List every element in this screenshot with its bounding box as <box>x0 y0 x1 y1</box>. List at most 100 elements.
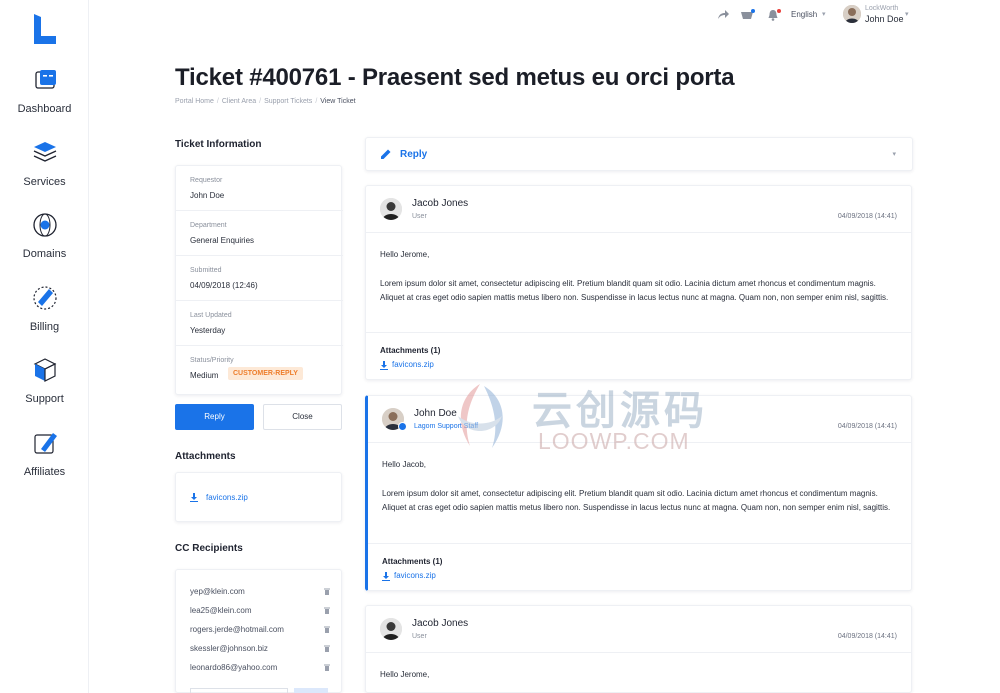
message-header: Jacob Jones User 04/09/2018 (14:41) <box>366 606 911 653</box>
message-header: John Doe Lagom Support Staff 04/09/2018 … <box>368 396 911 443</box>
message-role: Lagom Support Staff <box>414 423 479 430</box>
billing-icon <box>32 286 57 310</box>
avatar <box>380 618 402 640</box>
reply-button[interactable]: Reply <box>175 404 254 430</box>
trash-icon[interactable] <box>324 664 330 671</box>
message-role: User <box>412 633 427 640</box>
breadcrumb-link[interactable]: Client Area <box>222 98 256 105</box>
support-box-icon <box>33 358 56 382</box>
cc-recipient: skessler@johnson.biz <box>190 644 330 653</box>
cc-recipient: leonardo86@yahoo.com <box>190 663 330 672</box>
info-label: Requestor <box>190 177 223 184</box>
affiliates-icon <box>33 433 57 454</box>
sidebar-item-services[interactable]: Services <box>0 139 89 188</box>
reply-toggle[interactable]: Reply ▾ <box>365 137 913 171</box>
cc-heading: CC Recipients <box>175 543 243 554</box>
trash-icon[interactable] <box>324 645 330 652</box>
attachment-link[interactable]: favicons.zip <box>206 493 248 502</box>
download-icon <box>382 572 390 581</box>
info-label: Last Updated <box>190 312 232 319</box>
breadcrumb: Portal Home / Client Area / Support Tickets /… <box>175 98 356 105</box>
breadcrumb-link[interactable]: Support Tickets <box>264 98 312 105</box>
sidebar-item-support[interactable]: Support <box>0 356 89 405</box>
services-box-icon <box>33 142 56 162</box>
download-icon <box>380 361 388 370</box>
message-text: Lorem ipsum dolor sit amet, consectetur … <box>382 488 891 513</box>
message-date: 04/09/2018 (14:41) <box>837 213 897 220</box>
cc-email: yep@klein.com <box>190 587 245 596</box>
status-badge: CUSTOMER-REPLY <box>228 367 303 380</box>
trash-icon[interactable] <box>324 626 330 633</box>
sidebar-item-domains[interactable]: Domains <box>0 211 89 260</box>
attachments-count: Attachments (1) <box>380 346 441 355</box>
attachments-card: favicons.zip <box>175 472 342 522</box>
chevron-down-icon: ▾ <box>822 11 826 18</box>
sidebar-item-label: Billing <box>29 321 60 333</box>
message-author: Jacob Jones <box>412 198 469 209</box>
ticket-info-heading: Ticket Information <box>175 139 262 150</box>
message-body: Hello Jerome, <box>380 668 900 692</box>
cc-email-input[interactable] <box>190 688 288 693</box>
sidebar-item-label: Services <box>23 176 66 188</box>
cc-add-button[interactable] <box>294 688 328 693</box>
brand-logo[interactable] <box>32 14 58 44</box>
message-role: User <box>412 213 427 220</box>
message-body: Hello Jerome, Lorem ipsum dolor sit amet… <box>380 248 900 320</box>
message-author: John Doe <box>414 408 457 419</box>
reply-toggle-label: Reply <box>400 149 428 160</box>
info-label: Department <box>190 222 227 229</box>
ticket-message-staff: John Doe Lagom Support Staff 04/09/2018 … <box>365 395 912 591</box>
sidebar-item-dashboard[interactable]: Dashboard <box>0 66 89 115</box>
message-date: 04/09/2018 (14:41) <box>837 633 897 640</box>
cc-email: skessler@johnson.biz <box>190 644 268 653</box>
attachment-link[interactable]: favicons.zip <box>392 360 434 369</box>
language-selector[interactable]: English <box>791 10 817 19</box>
notification-dot <box>777 9 781 13</box>
info-label: Status/Priority <box>190 357 234 364</box>
pencil-icon <box>381 149 391 159</box>
info-value: Medium <box>190 371 219 380</box>
share-icon[interactable] <box>716 8 730 22</box>
cc-email: leonardo86@yahoo.com <box>190 663 278 672</box>
cc-email: lea25@klein.com <box>190 606 252 615</box>
top-bar: English ▾ LockWorth John Doe ▾ <box>89 0 1000 30</box>
message-greeting: Hello Jerome, <box>380 670 430 679</box>
cc-card: yep@klein.com lea25@klein.com rogers.jer… <box>175 569 342 693</box>
sidebar-item-affiliates[interactable]: Affiliates <box>0 429 89 478</box>
user-company: LockWorth <box>865 5 899 12</box>
page-title: Ticket #400761 - Praesent sed metus eu o… <box>175 64 735 91</box>
chevron-down-icon: ▾ <box>892 151 896 158</box>
trash-icon[interactable] <box>324 607 330 614</box>
message-greeting: Hello Jacob, <box>382 460 427 469</box>
user-avatar-icon <box>380 618 402 640</box>
info-row-status: Status/Priority Medium CUSTOMER-REPLY <box>176 346 343 391</box>
sidebar: Dashboard Services Domains Billing Suppo… <box>0 0 89 693</box>
sidebar-item-label: Domains <box>22 248 67 260</box>
globe-icon <box>32 213 57 237</box>
sidebar-item-label: Dashboard <box>17 103 72 115</box>
breadcrumb-link[interactable]: Portal Home <box>175 98 214 105</box>
close-ticket-button[interactable]: Close <box>263 404 342 430</box>
info-value: Yesterday <box>190 326 226 335</box>
download-icon <box>190 493 198 502</box>
sidebar-item-billing[interactable]: Billing <box>0 284 89 333</box>
info-row-submitted: Submitted 04/09/2018 (12:46) <box>176 256 343 301</box>
trash-icon[interactable] <box>324 588 330 595</box>
message-attachments: Attachments (1) favicons.zip <box>366 332 911 379</box>
ticket-info-card: Requestor John Doe Department General En… <box>175 165 343 395</box>
attachments-heading: Attachments <box>175 451 236 462</box>
cc-email: rogers.jerde@hotmail.com <box>190 625 284 634</box>
chevron-down-icon: ▾ <box>905 11 909 18</box>
info-value: General Enquiries <box>190 236 255 245</box>
attachment-link[interactable]: favicons.zip <box>394 571 436 580</box>
user-avatar-icon <box>380 198 402 220</box>
user-name[interactable]: John Doe <box>865 14 904 24</box>
message-text: Lorem ipsum dolor sit amet, consectetur … <box>380 278 889 303</box>
info-row-requestor: Requestor John Doe <box>176 166 343 211</box>
message-author: Jacob Jones <box>412 618 469 629</box>
avatar <box>380 198 402 220</box>
avatar[interactable] <box>843 5 861 23</box>
message-greeting: Hello Jerome, <box>380 250 430 259</box>
info-label: Submitted <box>190 267 222 274</box>
ticket-message: Jacob Jones User 04/09/2018 (14:41) Hell… <box>365 605 912 693</box>
